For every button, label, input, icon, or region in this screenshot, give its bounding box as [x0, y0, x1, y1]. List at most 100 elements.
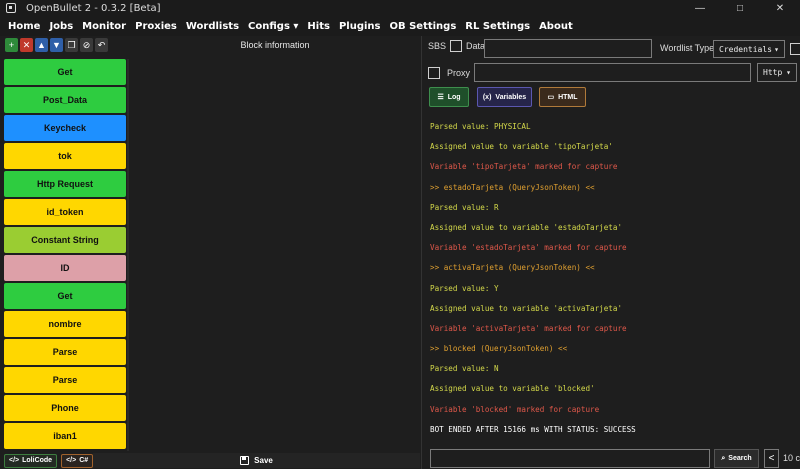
block-item[interactable]: Constant String [4, 227, 126, 253]
menu-wordlists[interactable]: Wordlists [186, 21, 239, 32]
code-icon: </> [9, 457, 20, 464]
data-label: Data [466, 41, 486, 51]
wordlist-type-select[interactable]: Credentials ▾ [713, 40, 785, 58]
sbs-label: SBS [428, 41, 447, 51]
html-icon: ▭ [547, 94, 555, 101]
csharp-label: C# [79, 457, 89, 464]
block-item[interactable]: nombre [4, 311, 126, 337]
variable-icon: (x) [482, 93, 492, 101]
chevron-down-icon: ▾ [786, 68, 791, 77]
log-icon: ☰ [437, 94, 444, 101]
log-line: Parsed value: PHYSICAL [430, 122, 531, 131]
menu-configs[interactable]: Configs ▾ [248, 21, 298, 32]
log-line: Assigned value to variable 'estadoTarjet… [430, 222, 623, 232]
menu-home[interactable]: Home [8, 21, 40, 32]
sbs-checkbox[interactable] [450, 40, 463, 52]
log-line: BOT ENDED AFTER 15166 ms WITH STATUS: SU… [430, 424, 636, 434]
tab-html-label: HTML [558, 93, 578, 101]
tab-variables-label: Variables [495, 93, 527, 101]
remove-block-button[interactable]: ✕ [20, 38, 33, 52]
block-item[interactable]: iban1 [4, 423, 126, 449]
main-menu: Home Jobs Monitor Proxies Wordlists Conf… [0, 16, 800, 36]
log-line: Variable 'activaTarjeta' marked for capt… [430, 323, 627, 333]
block-item[interactable]: Get [4, 59, 126, 85]
editor-mode-bar: </> LoliCode </> C# Save [0, 452, 420, 469]
search-button[interactable]: ⌕ Search [714, 449, 759, 468]
search-icon: ⌕ [721, 454, 726, 462]
log-line: Variable 'blocked' marked for capture [430, 404, 600, 414]
menu-monitor[interactable]: Monitor [82, 21, 126, 32]
tab-variables[interactable]: (x) Variables [477, 87, 532, 107]
block-information-title: Block information [240, 40, 310, 50]
log-search-input[interactable] [430, 449, 710, 468]
panel-divider[interactable] [421, 36, 422, 469]
log-line: Parsed value: N [430, 364, 499, 374]
save-label: Save [254, 456, 273, 465]
previous-match-button[interactable]: < [764, 449, 779, 468]
block-list: Get Post_Data Keycheck tok Http Request … [4, 59, 126, 451]
proxy-type-value: Http [763, 68, 783, 77]
block-item[interactable]: Get [4, 283, 126, 309]
wordlist-type-value: Credentials [719, 44, 772, 54]
minimize-button[interactable]: — [680, 0, 720, 16]
log-line: Assigned value to variable 'tipoTarjeta' [430, 142, 613, 152]
lolicode-label: LoliCode [22, 457, 53, 464]
block-item[interactable]: tok [4, 143, 126, 169]
data-input[interactable] [484, 39, 652, 58]
menu-jobs[interactable]: Jobs [49, 21, 73, 32]
block-item[interactable]: Keycheck [4, 115, 126, 141]
block-item[interactable]: Phone [4, 395, 126, 421]
block-item[interactable]: id_token [4, 199, 126, 225]
maximize-button[interactable]: □ [720, 0, 760, 16]
sbs-row: SBS Data [428, 40, 485, 52]
block-list-scrollbar[interactable] [127, 59, 129, 451]
search-label: Search [728, 455, 752, 462]
disable-block-button[interactable]: ⊘ [80, 38, 93, 52]
match-count: 10 c [783, 453, 800, 463]
log-line: >> blocked (QueryJsonToken) << [430, 344, 568, 354]
menu-rl-settings[interactable]: RL Settings [465, 21, 530, 32]
move-up-button[interactable]: ▲ [35, 38, 48, 52]
menu-ob-settings[interactable]: OB Settings [389, 21, 456, 32]
menu-plugins[interactable]: Plugins [339, 21, 381, 32]
block-item[interactable]: Parse [4, 339, 126, 365]
menu-hits[interactable]: Hits [307, 21, 330, 32]
clone-block-button[interactable]: ❐ [65, 38, 78, 52]
lolicode-button[interactable]: </> LoliCode [4, 453, 58, 468]
log-line: Assigned value to variable 'blocked' [430, 384, 595, 394]
proxy-label: Proxy [447, 68, 471, 78]
window-controls: — □ ✕ [680, 0, 800, 16]
tab-log[interactable]: ☰ Log [429, 87, 469, 107]
block-item[interactable]: Post_Data [4, 87, 126, 113]
wordlist-type-label: Wordlist Type [660, 43, 715, 53]
log-search-bar: ⌕ Search < 10 c [430, 449, 800, 469]
block-item[interactable]: Parse [4, 367, 126, 393]
close-window-button[interactable]: ✕ [760, 0, 800, 16]
log-line: >> activaTarjeta (QueryJsonToken) << [430, 263, 595, 273]
block-toolbar: + ✕ ▲ ▼ ❐ ⊘ ↶ [5, 38, 108, 53]
app-logo-icon [6, 3, 16, 13]
extra-checkbox[interactable] [790, 43, 800, 55]
proxy-input[interactable] [474, 63, 751, 82]
log-line: Assigned value to variable 'activaTarjet… [430, 303, 623, 313]
csharp-button[interactable]: </> C# [61, 453, 94, 468]
save-button[interactable]: Save [93, 453, 420, 468]
log-line: Variable 'tipoTarjeta' marked for captur… [430, 162, 618, 172]
block-item[interactable]: Http Request [4, 171, 126, 197]
add-block-button[interactable]: + [5, 38, 18, 52]
log-line: >> estadoTarjeta (QueryJsonToken) << [430, 182, 595, 192]
debugger-log: Parsed value: PHYSICAL Assigned value to… [430, 117, 795, 445]
chevron-down-icon: ▾ [774, 44, 779, 54]
menu-about[interactable]: About [539, 21, 573, 32]
tab-html[interactable]: ▭ HTML [539, 87, 586, 107]
undo-button[interactable]: ↶ [95, 38, 108, 52]
tab-log-label: Log [447, 93, 461, 101]
window-title: OpenBullet 2 - 0.3.2 [Beta] [26, 2, 161, 14]
move-down-button[interactable]: ▼ [50, 38, 63, 52]
log-line: Variable 'estadoTarjeta' marked for capt… [430, 243, 627, 253]
menu-proxies[interactable]: Proxies [135, 21, 177, 32]
block-item[interactable]: ID [4, 255, 126, 281]
proxy-type-select[interactable]: Http ▾ [757, 63, 797, 82]
proxy-checkbox[interactable] [428, 67, 440, 79]
save-icon [240, 456, 250, 465]
